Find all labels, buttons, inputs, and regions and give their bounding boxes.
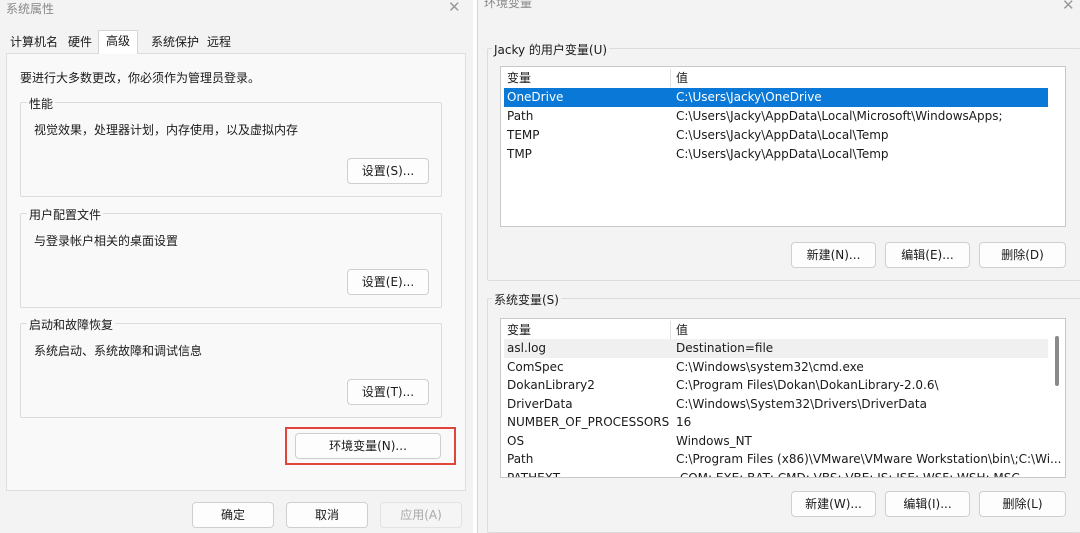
system-variables-group: 系统变量(S) 变量 值 asl.log Destination=file Co…: [487, 291, 1080, 533]
close-icon[interactable]: ✕: [1062, 0, 1075, 14]
variable-name: DokanLibrary2: [507, 378, 595, 392]
system-properties-dialog: 系统属性 ✕ 计算机名 硬件 高级 系统保护 远程 要进行大多数更改，你必须作为…: [0, 0, 473, 533]
system-new-button[interactable]: 新建(W)...: [791, 491, 876, 517]
table-row[interactable]: TMP C:\Users\Jacky\AppData\Local\Temp: [504, 145, 1048, 164]
list-header: 变量 值: [504, 321, 1048, 340]
variable-name: TEMP: [507, 128, 540, 142]
tab-system-protection[interactable]: 系统保护: [147, 34, 203, 53]
system-variables-list[interactable]: 变量 值 asl.log Destination=file ComSpec C:…: [500, 318, 1066, 478]
variable-name: asl.log: [507, 341, 547, 355]
vertical-scrollbar[interactable]: [1055, 336, 1059, 386]
dialog-footer: 确定 取消 应用(A): [6, 497, 466, 533]
startup-recovery-group: 启动和故障恢复 系统启动、系统故障和调试信息 设置(T)...: [20, 316, 442, 418]
user-edit-button[interactable]: 编辑(E)...: [885, 242, 970, 268]
startup-recovery-settings-button[interactable]: 设置(T)...: [347, 379, 429, 405]
variable-name: NUMBER_OF_PROCESSORS: [507, 415, 670, 429]
tab-strip: 计算机名 硬件 高级 系统保护 远程: [6, 30, 466, 54]
variable-value: C:\Program Files (x86)\VMware\VMware Wor…: [676, 452, 1062, 466]
table-row[interactable]: DokanLibrary2 C:\Program Files\Dokan\Dok…: [504, 376, 1048, 395]
list-header: 变量 值: [504, 69, 1048, 88]
variable-value: C:\Windows\System32\Drivers\DriverData: [676, 397, 927, 411]
table-row[interactable]: asl.log Destination=file: [504, 339, 1048, 358]
apply-button[interactable]: 应用(A): [380, 502, 462, 528]
variable-value: C:\Windows\system32\cmd.exe: [676, 360, 864, 374]
table-row[interactable]: NUMBER_OF_PROCESSORS 16: [504, 413, 1048, 432]
variable-value: Windows_NT: [676, 434, 752, 448]
dialog-title: 系统属性: [6, 2, 55, 16]
variable-name: OS: [507, 434, 525, 448]
variable-value: C:\Users\Jacky\OneDrive: [676, 90, 822, 104]
column-header-value[interactable]: 值: [676, 321, 688, 340]
performance-group: 性能 视觉效果，处理器计划，内存使用，以及虚拟内存 设置(S)...: [20, 95, 442, 197]
table-row[interactable]: PATHEXT .COM;.EXE;.BAT;.CMD;.VBS;.VBE;.J…: [504, 469, 1048, 478]
admin-notice: 要进行大多数更改，你必须作为管理员登录。: [20, 71, 261, 85]
system-edit-button[interactable]: 编辑(I)...: [885, 491, 970, 517]
variable-value: C:\Users\Jacky\AppData\Local\Temp: [676, 147, 889, 161]
table-row[interactable]: OneDrive C:\Users\Jacky\OneDrive: [504, 88, 1048, 107]
environment-variables-button[interactable]: 环境变量(N)...: [295, 433, 441, 459]
tab-hardware[interactable]: 硬件: [64, 34, 96, 53]
tab-computer-name[interactable]: 计算机名: [6, 34, 62, 53]
column-header-value[interactable]: 值: [676, 69, 688, 88]
dialog-title: 环境变量: [484, 0, 533, 10]
startup-recovery-description: 系统启动、系统故障和调试信息: [34, 344, 203, 358]
system-delete-button[interactable]: 删除(L): [979, 491, 1066, 517]
user-variables-group: Jacky 的用户变量(U) 变量 值 OneDrive C:\Users\Ja…: [487, 41, 1080, 281]
variable-value: Destination=file: [676, 341, 774, 355]
user-new-button[interactable]: 新建(N)...: [791, 242, 876, 268]
variable-value: C:\Program Files\Dokan\DokanLibrary-2.0.…: [676, 378, 939, 392]
table-row[interactable]: DriverData C:\Windows\System32\Drivers\D…: [504, 395, 1048, 414]
cancel-button[interactable]: 取消: [286, 502, 368, 528]
table-row[interactable]: ComSpec C:\Windows\system32\cmd.exe: [504, 358, 1048, 377]
variable-value: C:\Users\Jacky\AppData\Local\Temp: [676, 128, 889, 142]
environment-variables-dialog: 环境变量 ✕ Jacky 的用户变量(U) 变量 值 OneDrive C:\U…: [477, 0, 1080, 533]
ok-button[interactable]: 确定: [192, 502, 274, 528]
user-profiles-description: 与登录帐户相关的桌面设置: [34, 234, 179, 248]
table-row[interactable]: Path C:\Program Files (x86)\VMware\VMwar…: [504, 450, 1061, 469]
performance-settings-button[interactable]: 设置(S)...: [347, 158, 429, 184]
system-variables-label: 系统变量(S): [492, 291, 561, 308]
column-divider[interactable]: [670, 321, 671, 339]
startup-recovery-label: 启动和故障恢复: [27, 316, 116, 333]
variable-name: Path: [507, 452, 534, 466]
user-profiles-group: 用户配置文件 与登录帐户相关的桌面设置 设置(E)...: [20, 206, 442, 308]
variable-name: DriverData: [507, 397, 573, 411]
variable-name: ComSpec: [507, 360, 564, 374]
user-variables-label: Jacky 的用户变量(U): [492, 41, 610, 58]
variable-name: Path: [507, 109, 534, 123]
variable-name: TMP: [507, 147, 532, 161]
variable-name: OneDrive: [507, 90, 564, 104]
performance-label: 性能: [27, 95, 56, 112]
table-row[interactable]: Path C:\Users\Jacky\AppData\Local\Micros…: [504, 107, 1048, 126]
variable-value: 16: [676, 415, 692, 429]
tab-advanced[interactable]: 高级: [98, 30, 139, 54]
tab-remote[interactable]: 远程: [203, 34, 235, 53]
user-profiles-settings-button[interactable]: 设置(E)...: [347, 269, 429, 295]
user-variables-list[interactable]: 变量 值 OneDrive C:\Users\Jacky\OneDrive Pa…: [500, 66, 1066, 227]
variable-name: PATHEXT: [507, 471, 561, 478]
column-header-variable[interactable]: 变量: [507, 321, 531, 340]
table-row[interactable]: OS Windows_NT: [504, 432, 1048, 451]
user-profiles-label: 用户配置文件: [27, 206, 104, 223]
table-row[interactable]: TEMP C:\Users\Jacky\AppData\Local\Temp: [504, 126, 1048, 145]
column-header-variable[interactable]: 变量: [507, 69, 531, 88]
column-divider[interactable]: [670, 69, 671, 87]
variable-value: C:\Users\Jacky\AppData\Local\Microsoft\W…: [676, 109, 1003, 123]
performance-description: 视觉效果，处理器计划，内存使用，以及虚拟内存: [34, 123, 299, 137]
variable-value: .COM;.EXE;.BAT;.CMD;.VBS;.VBE;.JS;.JSE;.…: [676, 471, 1020, 478]
user-delete-button[interactable]: 删除(D): [979, 242, 1066, 268]
close-icon[interactable]: ✕: [448, 0, 461, 16]
